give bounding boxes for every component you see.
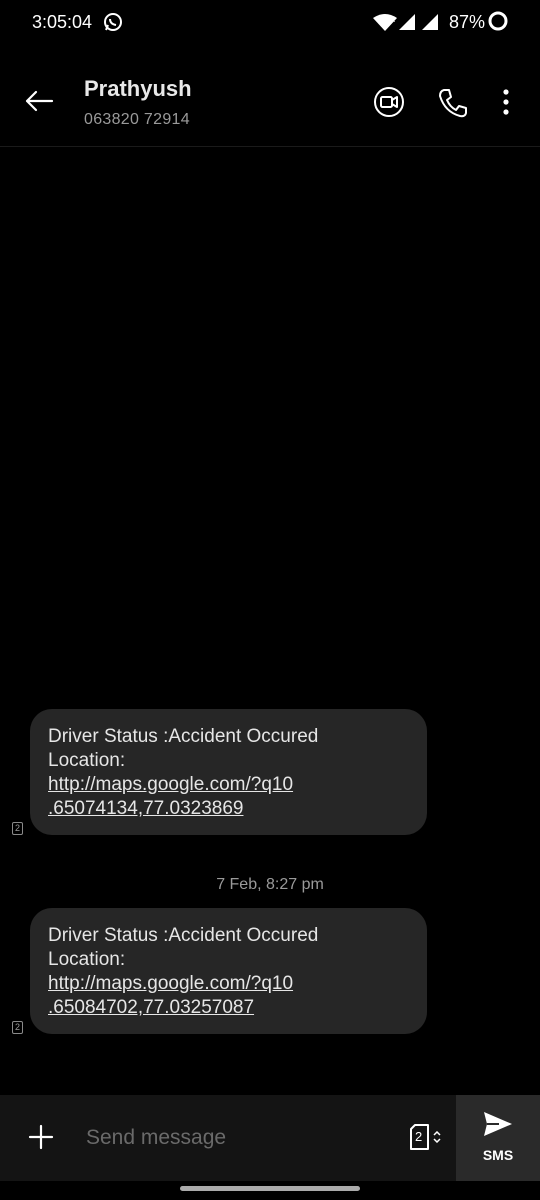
signal-icon-secondary — [422, 14, 438, 30]
message-thread[interactable]: Driver Status :Accident Occured Location… — [0, 147, 540, 1095]
wifi-icon: x — [373, 14, 397, 31]
message-link-part: http://maps.google.com/?q10 — [48, 973, 294, 994]
contact-name: Prathyush — [84, 76, 192, 101]
message-input[interactable] — [84, 1121, 388, 1155]
message-link[interactable]: http://maps.google.com/?q10 .65074134,77… — [48, 773, 409, 821]
status-bar: 3:05:04 x 87% — [0, 0, 540, 46]
message-text: Location: — [48, 949, 126, 970]
message-link[interactable]: http://maps.google.com/?q10 .65084702,77… — [48, 972, 409, 1020]
battery-icon — [488, 11, 508, 31]
whatsapp-icon — [104, 13, 122, 31]
message-link-part: http://maps.google.com/?q10 — [48, 774, 294, 795]
send-icon — [484, 1112, 512, 1136]
more-options-icon[interactable] — [496, 86, 516, 120]
video-call-icon[interactable] — [372, 85, 406, 119]
send-label: SMS — [482, 1147, 514, 1163]
send-sms-button[interactable]: SMS — [456, 1095, 540, 1181]
sim-number: 2 — [415, 1129, 423, 1144]
message-bubble[interactable]: Driver Status :Accident Occured Location… — [30, 709, 427, 835]
phone-call-icon[interactable] — [436, 86, 470, 120]
add-attachment-icon[interactable] — [26, 1122, 56, 1152]
status-time: 3:05:04 — [32, 12, 93, 32]
message-composer: 2 SMS — [0, 1095, 540, 1181]
home-indicator[interactable] — [180, 1186, 360, 1191]
battery-percentage: 87% — [449, 12, 486, 32]
contact-number: 063820 72914 — [84, 111, 190, 128]
chevron-up-down-icon — [433, 1131, 441, 1143]
sim-selector[interactable]: 2 — [408, 1123, 442, 1151]
sim-indicator: 2 — [12, 822, 23, 835]
back-arrow-icon[interactable] — [22, 84, 56, 118]
signal-icon — [399, 14, 415, 30]
sim-indicator: 2 — [12, 1021, 23, 1034]
message-link-part: .65084702,77.03257087 — [48, 997, 255, 1018]
conversation-header: Prathyush 063820 72914 — [0, 60, 540, 147]
svg-text:x: x — [391, 15, 395, 24]
message-bubble[interactable]: Driver Status :Accident Occured Location… — [30, 908, 427, 1034]
message-text: Location: — [48, 750, 126, 771]
message-text: Driver Status :Accident Occured — [48, 925, 319, 946]
message-link-part: .65074134,77.0323869 — [48, 798, 244, 819]
message-text: Driver Status :Accident Occured — [48, 726, 319, 747]
date-separator: 7 Feb, 8:27 pm — [216, 876, 324, 893]
